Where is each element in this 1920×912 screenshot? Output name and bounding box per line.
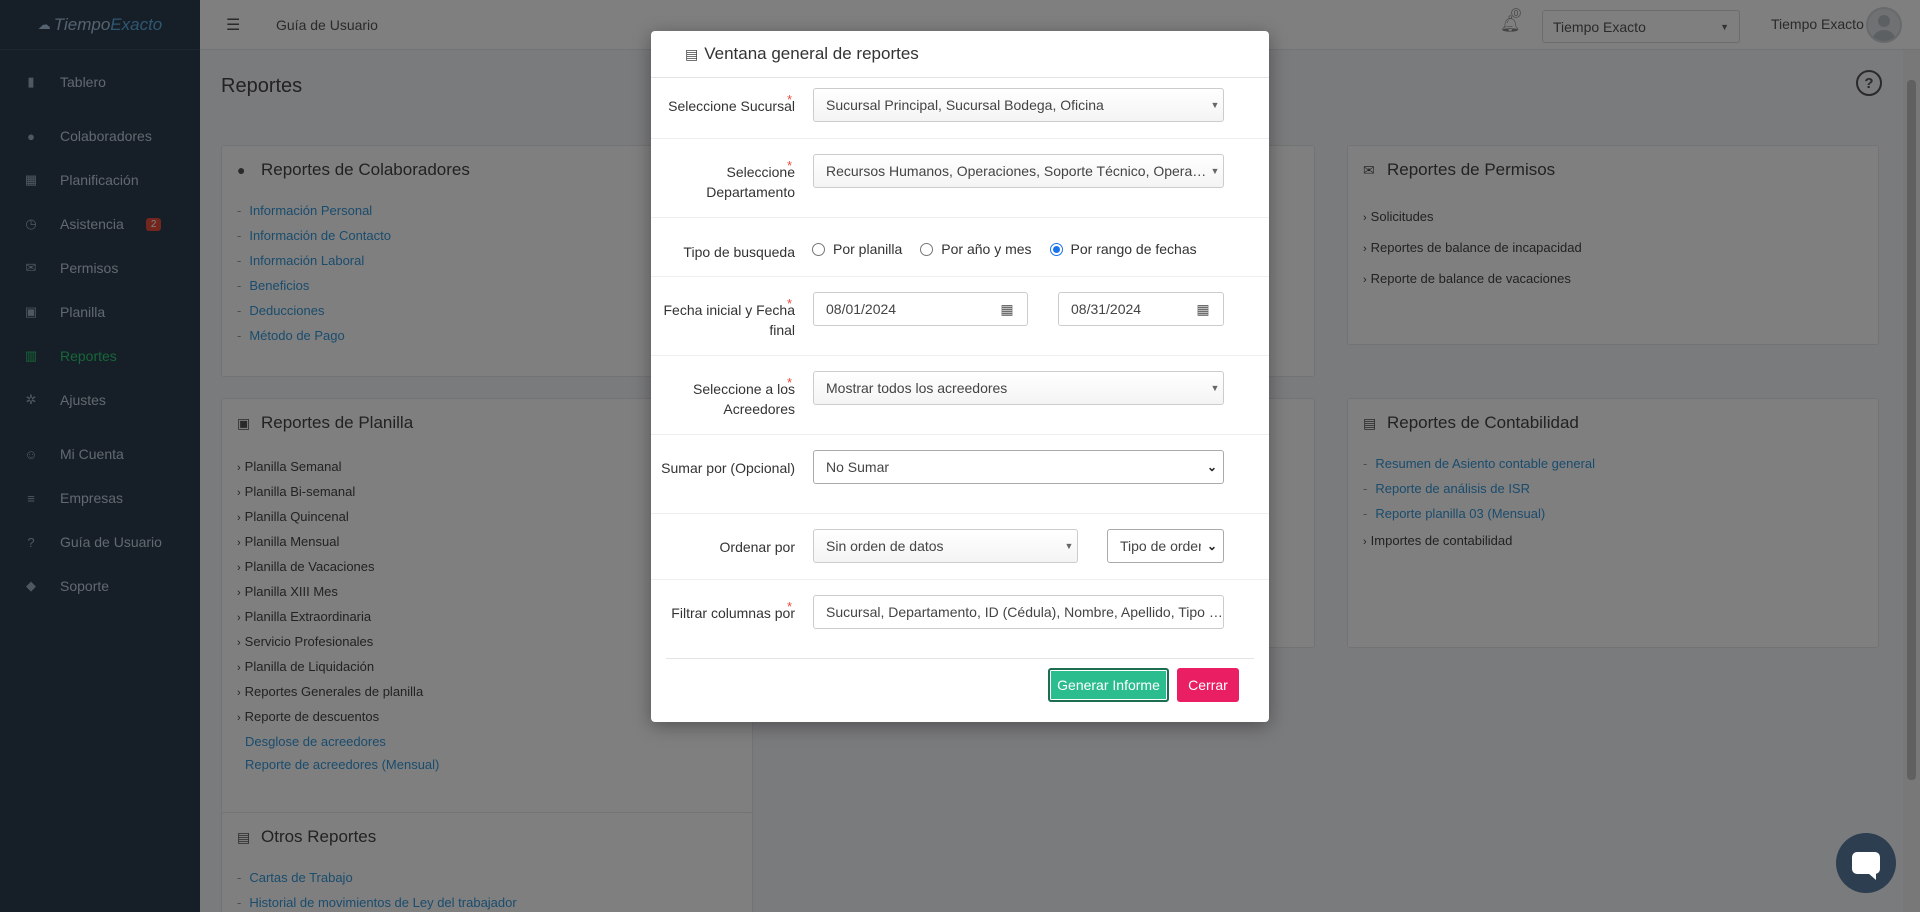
chat-icon (1852, 852, 1880, 880)
close-button[interactable]: Cerrar (1177, 668, 1239, 702)
radio-dot[interactable] (1049, 242, 1063, 256)
required-marker: * (787, 158, 793, 173)
required-marker: * (787, 599, 793, 614)
sucursal-select-value: Sucursal Principal, Sucursal Bodega, Ofi… (826, 97, 1104, 113)
row-fechas: Fecha inicial y Fecha final * 08/01/2024… (651, 277, 1269, 356)
caret-down-icon: ▼ (1210, 383, 1220, 393)
modal-header: ▤ Ventana general de reportes (651, 31, 1269, 78)
radio-por-rango-fechas[interactable]: Por rango de fechas (1049, 241, 1197, 257)
filtrar-columnas-value: Sucursal, Departamento, ID (Cédula), Nom… (826, 604, 1223, 620)
tipo-orden-select-value: Tipo de orden (1120, 538, 1201, 554)
filtrar-label: Filtrar columnas por (671, 605, 795, 621)
modal-footer: Generar Informe Cerrar (651, 658, 1269, 722)
acreedores-label: Seleccione a los Acreedores (693, 381, 795, 417)
calendar-icon[interactable]: ▦ (1183, 293, 1223, 325)
ordenar-por-select-value: Sin orden de datos (826, 538, 944, 554)
chevron-down-icon: ⌄ (1206, 539, 1218, 553)
row-ordenar-por: Ordenar por Sin orden de datos ▼ Tipo de… (651, 514, 1269, 580)
document-icon: ▤ (685, 45, 699, 62)
radio-label: Por año y mes (941, 241, 1032, 257)
report-modal: ▤ Ventana general de reportes Seleccione… (651, 31, 1269, 722)
fecha-inicial-input[interactable]: 08/01/2024 ▦ (813, 292, 1028, 326)
caret-down-icon: ▼ (1210, 100, 1220, 110)
row-acreedores: Seleccione a los Acreedores * Mostrar to… (651, 356, 1269, 435)
departamento-select-value: Recursos Humanos, Operaciones, Soporte T… (826, 163, 1207, 179)
tipo-busqueda-radios: Por planilla Por año y mes Por rango de … (812, 241, 1215, 257)
fecha-final-input[interactable]: 08/31/2024 ▦ (1058, 292, 1224, 326)
footer-divider (666, 658, 1254, 659)
tipo-busqueda-label: Tipo de busqueda (683, 244, 795, 260)
calendar-icon[interactable]: ▦ (987, 293, 1027, 325)
tipo-orden-select[interactable]: Tipo de orden ⌄ (1107, 529, 1224, 563)
ordenar-por-label: Ordenar por (719, 539, 795, 555)
fechas-label: Fecha inicial y Fecha final (663, 302, 795, 338)
radio-por-planilla[interactable]: Por planilla (812, 241, 902, 257)
radio-label: Por planilla (833, 241, 903, 257)
caret-down-icon: ▼ (1064, 541, 1074, 551)
filtrar-columnas-input[interactable]: Sucursal, Departamento, ID (Cédula), Nom… (813, 595, 1224, 629)
acreedores-select[interactable]: Mostrar todos los acreedores ▼ (813, 371, 1224, 405)
ordenar-por-select[interactable]: Sin orden de datos ▼ (813, 529, 1078, 563)
radio-label: Por rango de fechas (1070, 241, 1197, 257)
acreedores-select-value: Mostrar todos los acreedores (826, 380, 1008, 396)
required-marker: * (787, 92, 793, 107)
required-marker: * (787, 296, 793, 311)
radio-dot[interactable] (920, 242, 934, 256)
row-sucursal: Seleccione Sucursal * Sucursal Principal… (651, 78, 1269, 139)
modal-title: Ventana general de reportes (704, 44, 919, 63)
row-sumar-por: Sumar por (Opcional) No Sumar ⌄ (651, 435, 1269, 514)
sucursal-label: Seleccione Sucursal (668, 98, 795, 114)
chevron-down-icon: ⌄ (1206, 460, 1218, 474)
radio-por-anio-mes[interactable]: Por año y mes (920, 241, 1032, 257)
radio-dot[interactable] (812, 242, 825, 256)
sumar-por-label: Sumar por (Opcional) (661, 460, 795, 476)
departamento-label: Seleccione Departamento (706, 164, 795, 200)
required-marker: * (787, 375, 793, 390)
sumar-por-select[interactable]: No Sumar ⌄ (813, 450, 1224, 484)
row-filtrar: Filtrar columnas por * Sucursal, Departa… (651, 580, 1269, 659)
departamento-select[interactable]: Recursos Humanos, Operaciones, Soporte T… (813, 154, 1224, 188)
sumar-por-select-value: No Sumar (826, 459, 890, 475)
chat-button[interactable] (1836, 833, 1896, 893)
row-departamento: Seleccione Departamento * Recursos Human… (651, 139, 1269, 218)
generate-report-button[interactable]: Generar Informe (1048, 668, 1169, 702)
caret-down-icon: ▼ (1210, 166, 1220, 176)
row-tipo-busqueda: Tipo de busqueda Por planilla Por año y … (651, 218, 1269, 277)
sucursal-select[interactable]: Sucursal Principal, Sucursal Bodega, Ofi… (813, 88, 1224, 122)
